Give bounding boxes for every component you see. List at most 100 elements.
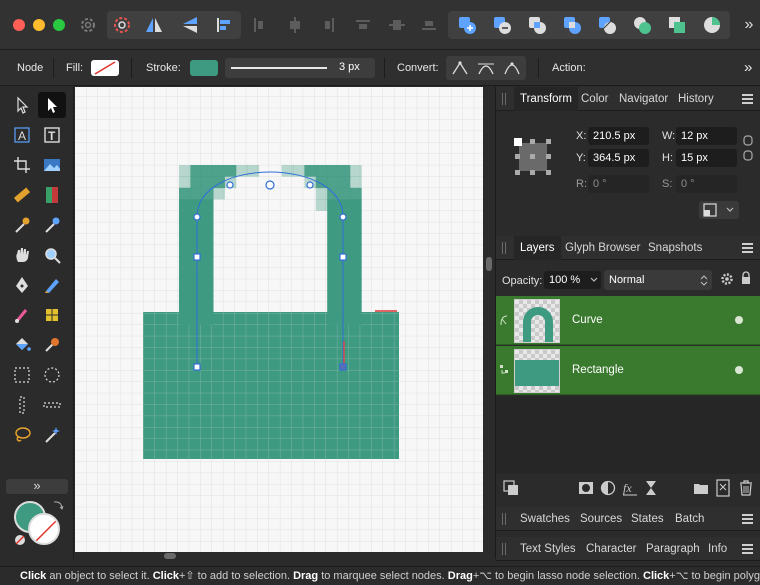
layer-settings-gear-icon[interactable]	[720, 272, 734, 286]
panel-grip-icon[interactable]	[502, 543, 506, 555]
opacity-field[interactable]: 100 %	[544, 271, 601, 289]
convert-smooth-icon[interactable]	[474, 58, 498, 78]
frame-text-tool-icon[interactable]: T	[38, 122, 66, 148]
stroke-swatch[interactable]	[190, 60, 218, 76]
fill-bucket-tool-icon[interactable]	[8, 332, 36, 358]
crop-tool-icon[interactable]	[8, 152, 36, 178]
move-back-icon[interactable]	[697, 11, 727, 39]
rectangle-tool-icon[interactable]	[8, 362, 36, 388]
path-node-handle[interactable]	[193, 363, 201, 371]
view-hand-tool-icon[interactable]	[8, 242, 36, 268]
move-tool-icon[interactable]	[8, 92, 36, 118]
distribute-center-icon[interactable]	[284, 11, 306, 39]
zoom-window-button[interactable]	[53, 19, 65, 31]
h-field[interactable]: 15 px	[676, 149, 737, 167]
path-node-handle[interactable]	[339, 363, 347, 371]
flip-horizontal-icon[interactable]	[140, 11, 168, 39]
add-pixel-layer-icon[interactable]	[716, 479, 730, 497]
horizontal-scroll-thumb[interactable]	[164, 553, 176, 559]
magic-wand-tool-icon[interactable]	[38, 422, 66, 448]
settings-gear-icon[interactable]	[76, 11, 100, 39]
boolean-xor-icon[interactable]	[557, 11, 587, 39]
add-group-icon[interactable]	[693, 480, 709, 496]
pen-tool-icon[interactable]	[8, 272, 36, 298]
arrange-layers-icon[interactable]	[503, 480, 519, 496]
boolean-combine-icon[interactable]	[627, 11, 657, 39]
rotation-field[interactable]: 0 °	[588, 175, 649, 193]
live-filters-icon[interactable]	[644, 480, 658, 496]
color-picker-tool-icon[interactable]	[8, 212, 36, 238]
panel-menu-icon[interactable]	[742, 514, 753, 524]
minimize-window-button[interactable]	[33, 19, 45, 31]
tab-layers[interactable]: Layers	[514, 236, 561, 260]
measure-tool-icon[interactable]	[8, 182, 36, 208]
context-overflow-button[interactable]: »	[744, 59, 752, 76]
convert-sharp-icon[interactable]	[448, 58, 472, 78]
tab-text-styles[interactable]: Text Styles	[514, 537, 582, 561]
column-select-tool-icon[interactable]	[8, 392, 36, 418]
tab-history[interactable]: History	[672, 87, 720, 111]
flip-vertical-icon[interactable]	[176, 11, 204, 39]
panel-grip-icon[interactable]	[502, 242, 506, 254]
tab-sources[interactable]: Sources	[574, 507, 628, 531]
snapping-icon[interactable]	[108, 11, 136, 39]
adjustments-icon[interactable]	[600, 480, 616, 496]
boolean-divide-icon[interactable]	[592, 11, 622, 39]
no-color-icon[interactable]	[14, 534, 26, 546]
x-field[interactable]: 210.5 px	[588, 127, 649, 145]
y-field[interactable]: 364.5 px	[588, 149, 649, 167]
distribute-middle-icon[interactable]	[386, 11, 408, 39]
path-node-handle[interactable]	[339, 253, 347, 261]
toolbar-overflow-button[interactable]: »	[740, 11, 758, 39]
delete-layer-icon[interactable]	[739, 479, 753, 497]
distribute-bottom-icon[interactable]	[418, 11, 440, 39]
layer-row-curve[interactable]: Curve	[496, 296, 760, 345]
blend-mode-dropdown[interactable]: Normal	[604, 270, 712, 290]
zoom-tool-icon[interactable]	[38, 242, 66, 268]
lock-aspect-icon[interactable]	[743, 135, 753, 161]
panel-grip-icon[interactable]	[502, 93, 506, 105]
path-node-handle[interactable]	[226, 181, 234, 189]
add-mask-icon[interactable]	[578, 480, 594, 496]
path-node-handle[interactable]	[193, 213, 201, 221]
tab-color[interactable]: Color	[575, 87, 614, 111]
node-tool-icon[interactable]	[38, 92, 66, 118]
panel-menu-icon[interactable]	[742, 94, 753, 104]
convert-smart-icon[interactable]	[500, 58, 524, 78]
tab-paragraph[interactable]: Paragraph	[640, 537, 706, 561]
gradient-tool-icon[interactable]	[38, 182, 66, 208]
secondary-color-well[interactable]	[28, 513, 60, 545]
tab-info[interactable]: Info	[702, 537, 733, 561]
tab-batch[interactable]: Batch	[669, 507, 710, 531]
boolean-intersect-icon[interactable]	[522, 11, 552, 39]
align-left-icon[interactable]	[210, 11, 238, 39]
panel-menu-icon[interactable]	[742, 544, 753, 554]
boolean-add-icon[interactable]	[452, 11, 482, 39]
move-forward-icon[interactable]	[662, 11, 692, 39]
layer-visibility-toggle[interactable]	[735, 366, 743, 374]
distribute-right-icon[interactable]	[318, 11, 340, 39]
transparency-tool-icon[interactable]	[38, 332, 66, 358]
path-node-handle[interactable]	[339, 213, 347, 221]
pixel-tool-icon[interactable]	[38, 302, 66, 328]
tab-swatches[interactable]: Swatches	[514, 507, 576, 531]
pencil-tool-icon[interactable]	[38, 272, 66, 298]
fill-swatch[interactable]	[91, 60, 119, 76]
path-node-handle[interactable]	[193, 253, 201, 261]
w-field[interactable]: 12 px	[676, 127, 737, 145]
stroke-width-slider[interactable]: 3 px	[225, 58, 375, 78]
tab-navigator[interactable]: Navigator	[613, 87, 674, 111]
place-image-tool-icon[interactable]	[38, 152, 66, 178]
fill-tool-icon[interactable]	[38, 212, 66, 238]
tab-glyph-browser[interactable]: Glyph Browser	[559, 236, 646, 260]
vector-brush-tool-icon[interactable]	[8, 302, 36, 328]
tab-snapshots[interactable]: Snapshots	[642, 236, 708, 260]
layer-visibility-toggle[interactable]	[735, 316, 743, 324]
tab-states[interactable]: States	[625, 507, 670, 531]
lock-layer-icon[interactable]	[741, 271, 751, 285]
transform-origin-dropdown[interactable]	[699, 201, 739, 219]
document-canvas[interactable]	[75, 87, 483, 552]
vertical-scroll-thumb[interactable]	[486, 257, 492, 271]
swap-colors-icon[interactable]	[52, 499, 64, 511]
layer-row-rectangle[interactable]: Rectangle	[496, 346, 760, 395]
